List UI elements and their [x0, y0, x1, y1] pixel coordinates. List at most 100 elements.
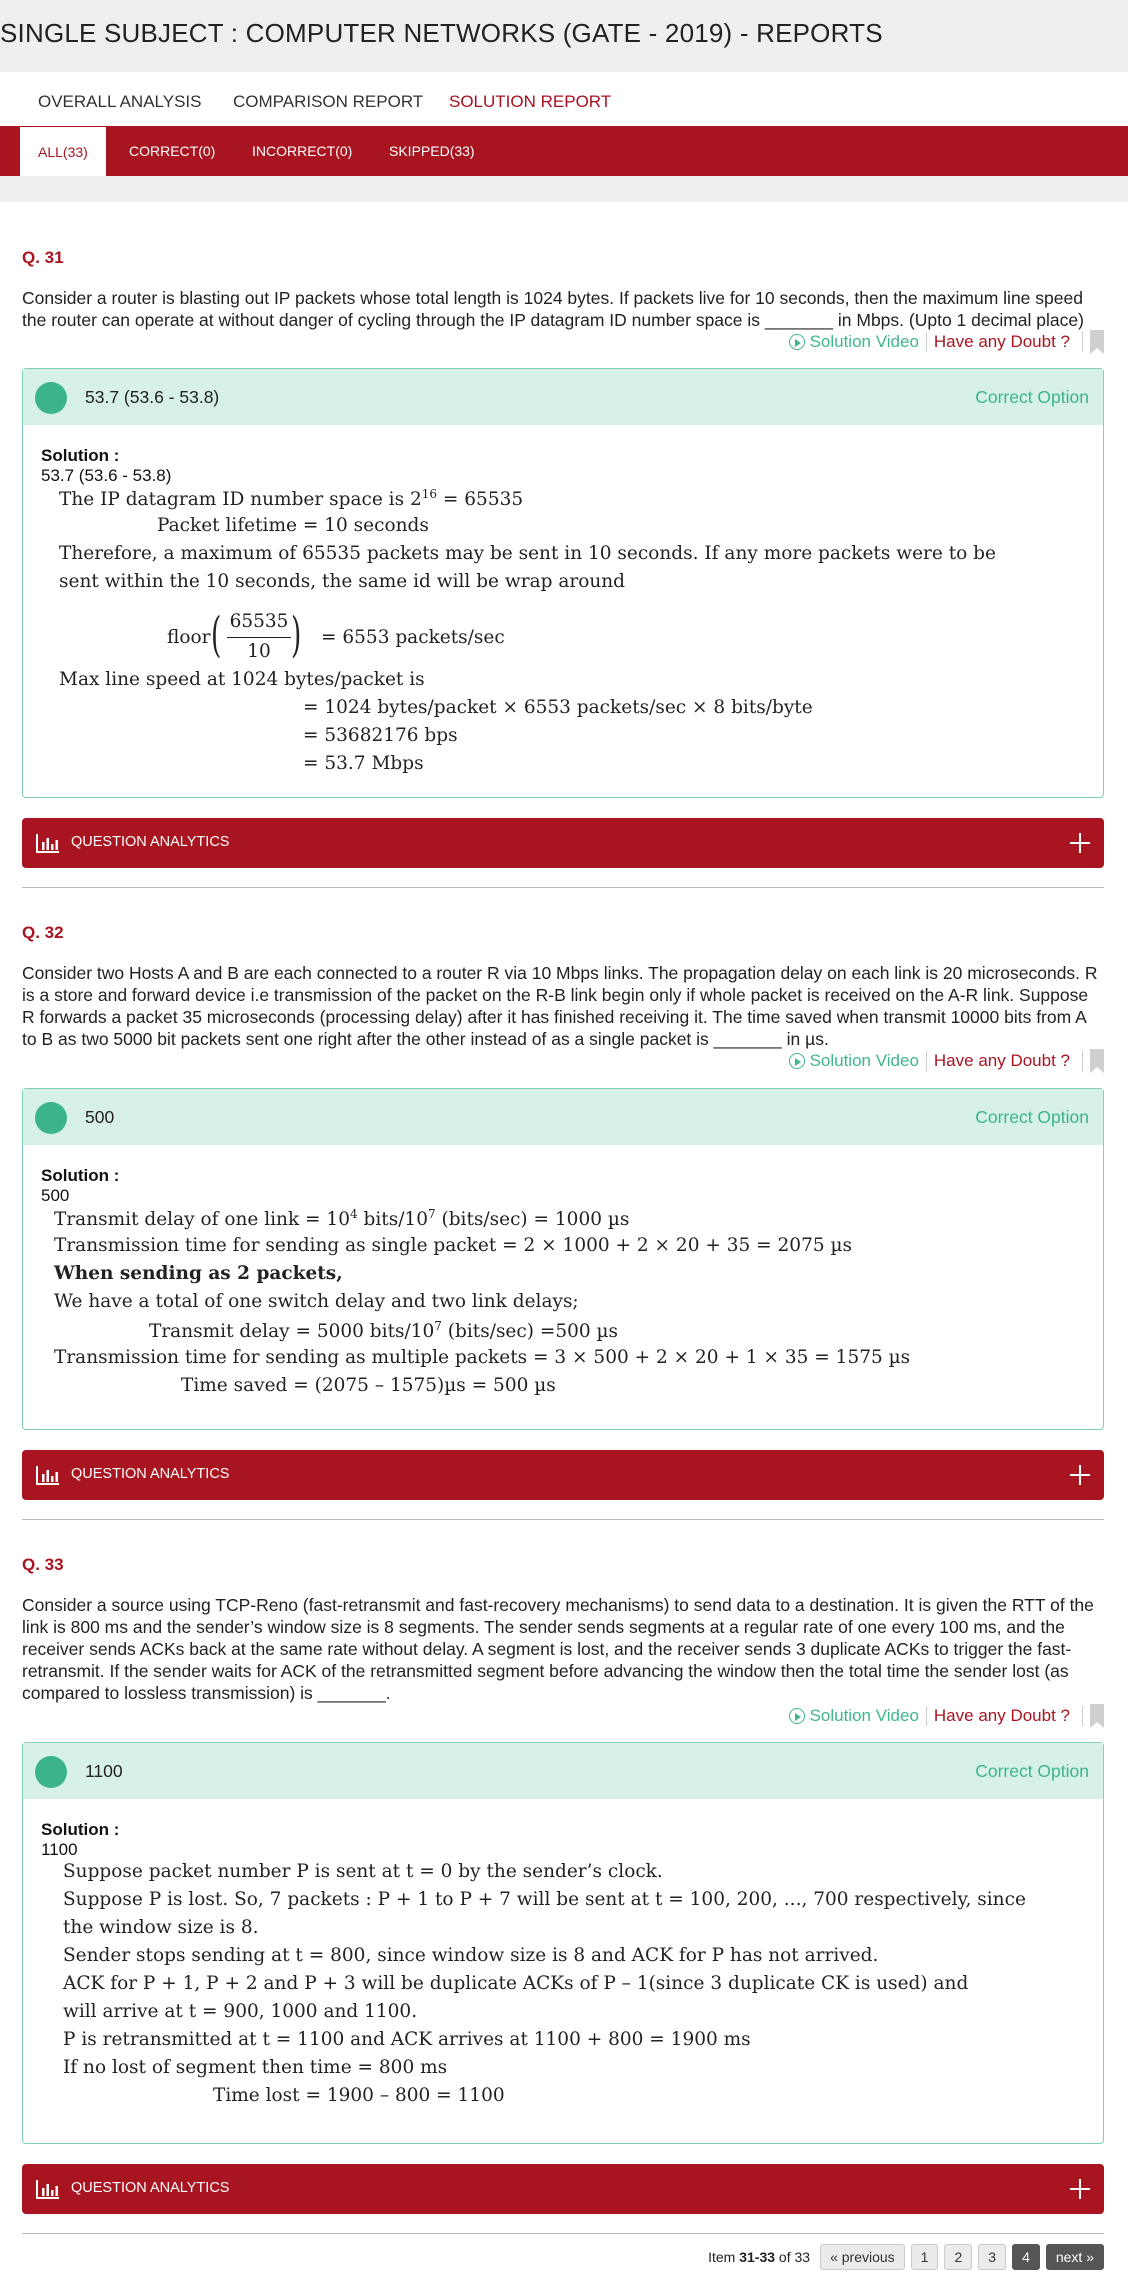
page-button-3[interactable]: 3: [978, 2244, 1007, 2270]
page-button-4[interactable]: 4: [1012, 2244, 1040, 2270]
filter-tab-all[interactable]: ALL(33): [20, 127, 106, 176]
solution-label: Solution :: [41, 446, 120, 465]
solution-video-link[interactable]: Solution Video: [788, 1706, 919, 1726]
question-actions: Solution Video Have any Doubt ?: [788, 1702, 1104, 1730]
solution-line: Transmission time for sending as multipl…: [54, 1347, 911, 1368]
solution-line: Suppose packet number P is sent at t = 0…: [63, 1861, 663, 1882]
analytics-label: QUESTION ANALYTICS: [71, 1466, 230, 1482]
solution-line: P is retransmitted at t = 1100 and ACK a…: [63, 2029, 751, 2050]
solution-line: Suppose P is lost. So, 7 packets : P + 1…: [63, 1889, 1026, 1910]
solution-video-label: Solution Video: [809, 1051, 919, 1070]
correct-option-dot: [35, 382, 67, 414]
correct-option-dot: [35, 1102, 67, 1134]
doubt-link[interactable]: Have any Doubt ?: [934, 1706, 1070, 1726]
solution-line: Therefore, a maximum of 65535 packets ma…: [59, 543, 996, 564]
solution-line: If no lost of segment then time = 800 ms: [63, 2057, 448, 2078]
solution-line: = 1024 bytes/packet × 6553 packets/sec ×…: [303, 697, 813, 718]
play-icon: [788, 1708, 805, 1724]
analytics-icon: [36, 2180, 59, 2199]
filter-bar: ALL(33) CORRECT(0) INCORRECT(0) SKIPPED(…: [0, 126, 1128, 176]
doubt-link[interactable]: Have any Doubt ?: [934, 332, 1070, 352]
filter-tab-correct[interactable]: CORRECT(0): [129, 126, 215, 176]
expand-icon: [1070, 2179, 1090, 2199]
page-title: SINGLE SUBJECT : COMPUTER NETWORKS (GATE…: [0, 18, 883, 48]
solution-line: = 53682176 bps: [303, 725, 458, 746]
solution-video-label: Solution Video: [809, 1706, 919, 1725]
correct-answer-row: 53.7 (53.6 - 53.8) Correct Option: [23, 369, 1103, 425]
pagination: Item 31-33 of 33 « previous 1 2 3 4 next…: [708, 2244, 1104, 2270]
analytics-icon: [36, 1466, 59, 1485]
play-icon: [788, 1053, 805, 1069]
doubt-link[interactable]: Have any Doubt ?: [934, 1051, 1070, 1071]
question-number: Q. 33: [22, 1555, 64, 1574]
correct-answer-row: 500 Correct Option: [23, 1089, 1103, 1145]
solution-line: Packet lifetime = 10 seconds: [157, 515, 429, 536]
solution-line: Time saved = (2075 – 1575)µs = 500 µs: [181, 1375, 556, 1396]
question-text: Consider a router is blasting out IP pac…: [22, 288, 1084, 330]
pagination-info: Item 31-33 of 33: [708, 2249, 811, 2265]
question-number: Q. 31: [22, 248, 64, 267]
solution-line: Transmit delay = 5000 bits/107 (bits/sec…: [149, 1319, 619, 1343]
correct-answer-row: 1100 Correct Option: [23, 1743, 1103, 1799]
solution-video-link[interactable]: Solution Video: [788, 332, 919, 352]
tab-comparison-report[interactable]: COMPARISON REPORT: [233, 92, 423, 112]
analytics-icon: [36, 834, 59, 853]
previous-page-button[interactable]: « previous: [820, 2244, 905, 2270]
correct-option-label: Correct Option: [975, 1761, 1089, 1781]
expand-icon: [1070, 833, 1090, 853]
answer-box: 500 Correct Option Solution : 500 Transm…: [22, 1088, 1104, 1430]
solution-line: Sender stops sending at t = 800, since w…: [63, 1945, 879, 1966]
solution-line: Max line speed at 1024 bytes/packet is: [59, 669, 425, 690]
question-analytics-toggle[interactable]: QUESTION ANALYTICS: [22, 2164, 1104, 2214]
solution-answer: 500: [41, 1186, 70, 1205]
answer-box: 1100 Correct Option Solution : 1100 Supp…: [22, 1742, 1104, 2144]
question-number: Q. 32: [22, 923, 64, 942]
solution-line: Transmit delay of one link = 104 bits/10…: [54, 1207, 630, 1231]
tab-solution-report[interactable]: SOLUTION REPORT: [449, 92, 612, 130]
solution-answer: 53.7 (53.6 - 53.8): [41, 466, 172, 485]
divider: [22, 1519, 1104, 1520]
bookmark-icon[interactable]: [1090, 1704, 1104, 1728]
question-analytics-toggle[interactable]: QUESTION ANALYTICS: [22, 1450, 1104, 1500]
play-icon: [788, 334, 805, 350]
answer-box: 53.7 (53.6 - 53.8) Correct Option Soluti…: [22, 368, 1104, 798]
question-text: Consider a source using TCP-Reno (fast-r…: [22, 1595, 1094, 1703]
solution-video-link[interactable]: Solution Video: [788, 1051, 919, 1071]
divider: [22, 2233, 1104, 2234]
divider: [22, 887, 1104, 888]
answer-value: 1100: [85, 1761, 123, 1781]
question-actions: Solution Video Have any Doubt ?: [788, 328, 1104, 356]
page-button-2[interactable]: 2: [944, 2244, 973, 2270]
report-tabs: OVERALL ANALYSIS COMPARISON REPORT SOLUT…: [0, 72, 1128, 130]
solution-line: The IP datagram ID number space is 216 =…: [59, 487, 524, 511]
question-text: Consider two Hosts A and B are each conn…: [22, 963, 1098, 1049]
bookmark-icon[interactable]: [1090, 1049, 1104, 1073]
question-analytics-toggle[interactable]: QUESTION ANALYTICS: [22, 818, 1104, 868]
filter-tab-incorrect[interactable]: INCORRECT(0): [252, 126, 352, 176]
correct-option-label: Correct Option: [975, 1107, 1089, 1127]
expand-icon: [1070, 1465, 1090, 1485]
analytics-label: QUESTION ANALYTICS: [71, 834, 230, 850]
correct-option-dot: [35, 1756, 67, 1788]
next-page-button[interactable]: next »: [1045, 2244, 1104, 2270]
solution-line: We have a total of one switch delay and …: [54, 1291, 579, 1312]
solution-label: Solution :: [41, 1820, 120, 1839]
solution-video-label: Solution Video: [809, 332, 919, 351]
answer-value: 500: [85, 1107, 115, 1127]
question-actions: Solution Video Have any Doubt ?: [788, 1047, 1104, 1075]
solution-line: Time lost = 1900 – 800 = 1100: [213, 2085, 505, 2106]
bookmark-icon[interactable]: [1090, 330, 1104, 354]
answer-value: 53.7 (53.6 - 53.8): [85, 387, 220, 407]
tab-overall-analysis[interactable]: OVERALL ANALYSIS: [38, 92, 201, 112]
solution-line: Transmission time for sending as single …: [54, 1235, 853, 1256]
page-button-1[interactable]: 1: [910, 2244, 939, 2270]
filter-tab-skipped[interactable]: SKIPPED(33): [389, 126, 475, 176]
solution-line: When sending as 2 packets,: [54, 1263, 343, 1284]
solution-label: Solution :: [41, 1166, 120, 1185]
correct-option-label: Correct Option: [975, 387, 1089, 407]
solution-line: will arrive at t = 900, 1000 and 1100.: [63, 2001, 418, 2022]
solution-line: sent within the 10 seconds, the same id …: [59, 571, 626, 592]
solution-line: = 53.7 Mbps: [303, 753, 424, 774]
solution-line: the window size is 8.: [63, 1917, 259, 1938]
solution-line: ACK for P + 1, P + 2 and P + 3 will be d…: [63, 1973, 969, 1994]
